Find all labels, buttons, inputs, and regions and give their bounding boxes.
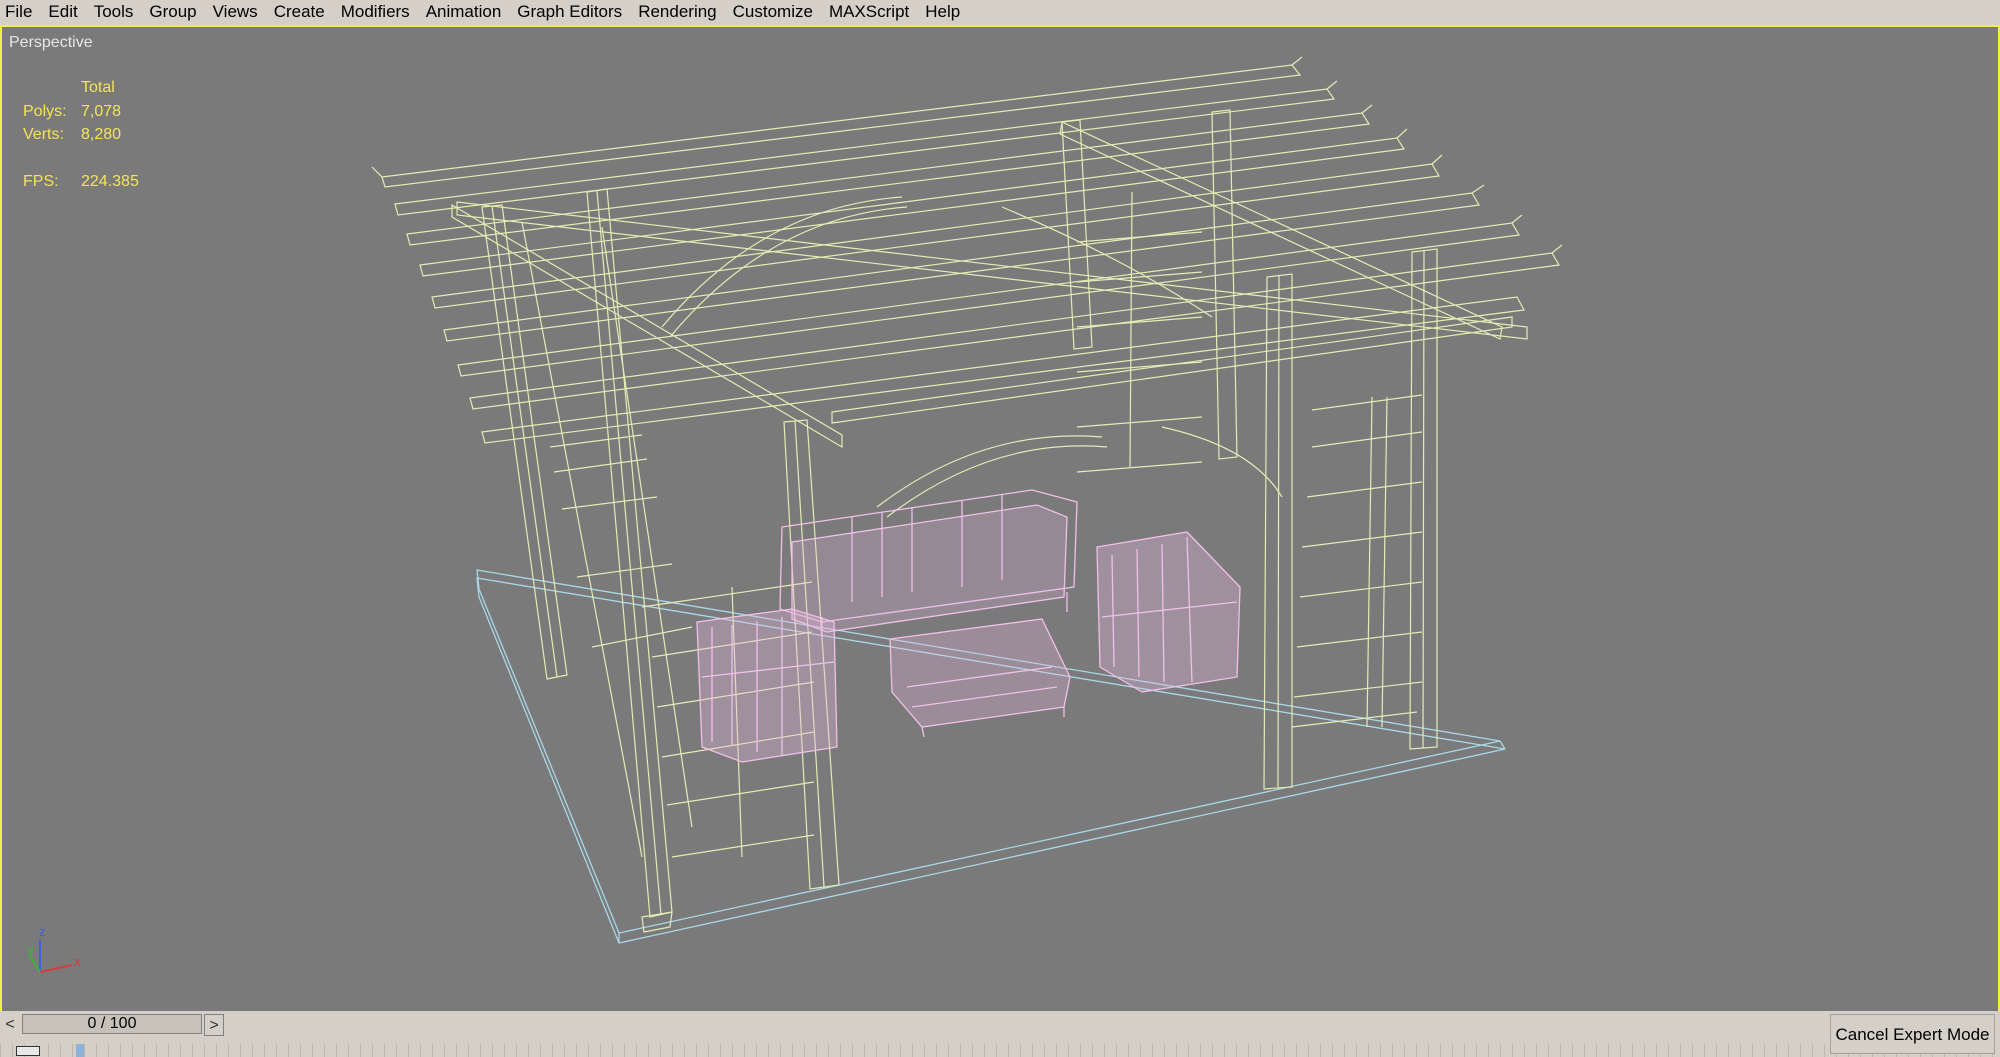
axis-x-label: x [74, 954, 81, 969]
chair-right [1096, 531, 1241, 693]
menu-edit[interactable]: Edit [41, 0, 86, 24]
menu-group[interactable]: Group [142, 0, 205, 24]
pergola-wireframe [371, 56, 1563, 933]
polys-value: 7,078 [81, 103, 122, 120]
menu-tools[interactable]: Tools [87, 0, 143, 24]
menu-animation[interactable]: Animation [419, 0, 511, 24]
axis-gizmo-icon: z y x [27, 924, 81, 973]
sofa [779, 489, 1078, 637]
post-front-left [586, 188, 673, 933]
post-front-right [1263, 248, 1438, 790]
trellis-left [521, 221, 815, 858]
wireframe-scene[interactable] [2, 27, 1998, 1011]
track-current-frame-marker[interactable] [76, 1044, 84, 1057]
menu-rendering[interactable]: Rendering [631, 0, 725, 24]
menu-customize[interactable]: Customize [726, 0, 822, 24]
cancel-expert-mode-button[interactable]: Cancel Expert Mode [1830, 1014, 1995, 1054]
track-bar[interactable] [0, 1044, 2000, 1057]
time-next-button[interactable]: > [204, 1014, 224, 1036]
pergola-rafters [371, 56, 1563, 444]
furniture-wireframe [696, 489, 1241, 763]
polys-label: Polys: [23, 103, 67, 120]
pergola-arches [661, 196, 1283, 518]
menu-file[interactable]: File [0, 0, 41, 24]
time-prev-button[interactable]: < [0, 1014, 20, 1036]
viewport-label[interactable]: Perspective [9, 34, 93, 52]
menu-views[interactable]: Views [206, 0, 267, 24]
axis-y-label: y [27, 942, 34, 957]
time-slider[interactable]: 0 / 100 [22, 1014, 202, 1034]
menu-graph-editors[interactable]: Graph Editors [510, 0, 631, 24]
menu-bar: File Edit Tools Group Views Create Modif… [0, 0, 2000, 24]
coffee-table [889, 618, 1071, 738]
chair-left [696, 608, 838, 763]
axis-z-label: z [39, 924, 46, 939]
fps-label: FPS: [23, 173, 59, 190]
verts-value: 8,280 [81, 126, 122, 143]
menu-maxscript[interactable]: MAXScript [822, 0, 918, 24]
menu-help[interactable]: Help [918, 0, 969, 24]
menu-create[interactable]: Create [267, 0, 334, 24]
track-bar-toggle-icon[interactable] [16, 1046, 40, 1056]
menu-modifiers[interactable]: Modifiers [334, 0, 419, 24]
stats-header: Total [81, 79, 115, 96]
fps-value: 224.385 [81, 173, 139, 190]
verts-label: Verts: [23, 126, 64, 143]
perspective-viewport[interactable]: Perspective Total Polys: 7,078 Verts: 8,… [0, 25, 2000, 1013]
